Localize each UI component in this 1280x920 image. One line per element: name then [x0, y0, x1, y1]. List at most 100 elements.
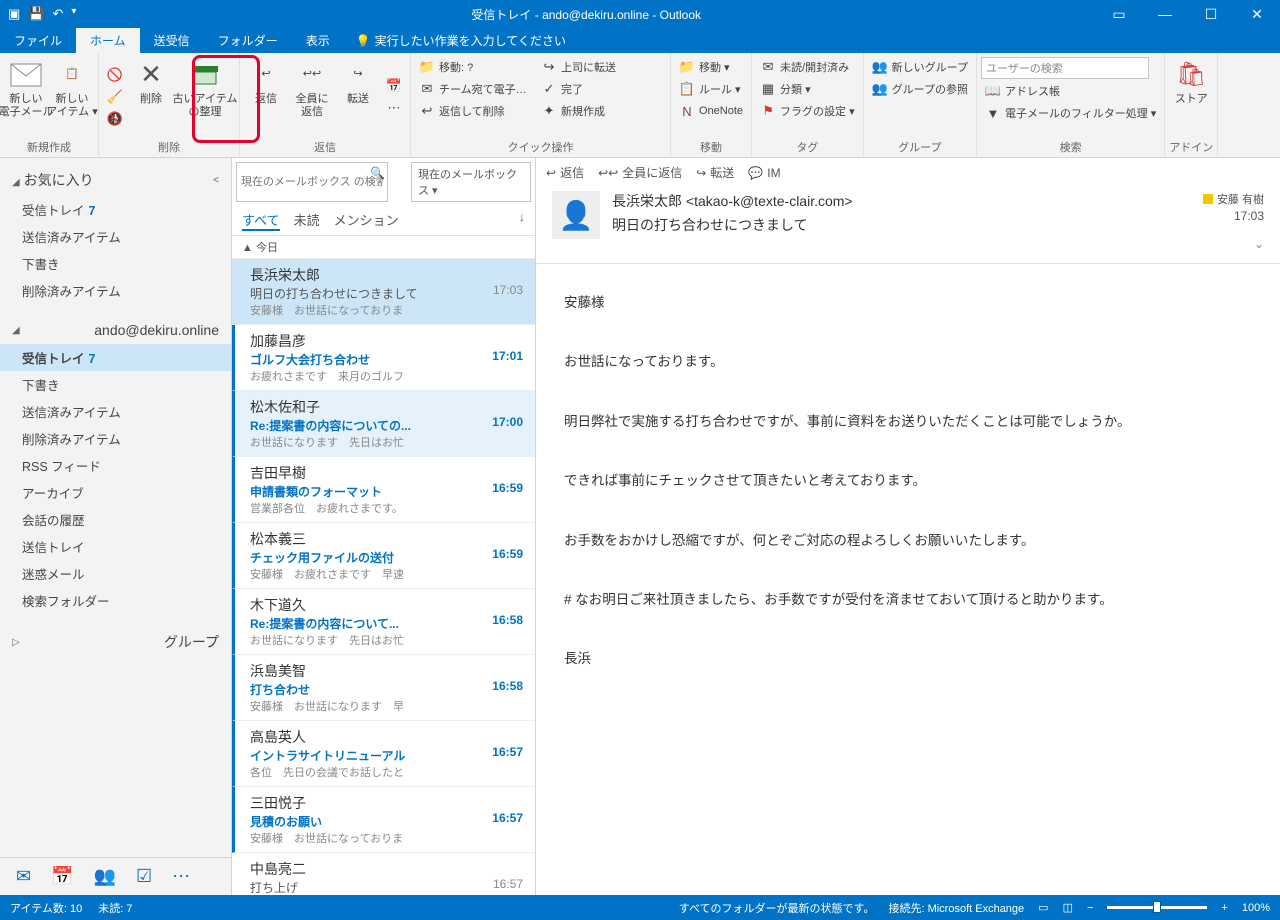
message-item[interactable]: 浜島美智打ち合わせ安藤様 お世話になります 早16:58 [232, 655, 535, 721]
forward-button[interactable]: ↪転送 [336, 57, 380, 137]
rules-icon: 📋 [679, 81, 695, 97]
move-button[interactable]: 📁移動 ▾ [675, 57, 747, 77]
cleanup-button[interactable]: 🧹 [103, 87, 127, 107]
nav-item[interactable]: 検索フォルダー [0, 587, 231, 614]
qat-undo-icon[interactable]: ↶ [52, 6, 63, 22]
unread-button[interactable]: ✉未読/開封済み [756, 57, 859, 77]
nav-favorites-header[interactable]: ◢ お気に入り< [0, 164, 231, 196]
meeting-button[interactable]: 📅 [382, 76, 406, 96]
minimize-button[interactable]: — [1142, 0, 1188, 28]
addressbook-button[interactable]: 📖アドレス帳 [981, 81, 1160, 101]
action-forward[interactable]: ↪転送 [696, 164, 734, 181]
nav-item[interactable]: 送信済みアイテム [0, 398, 231, 425]
search-icon[interactable]: 🔍 [370, 166, 385, 206]
tell-me[interactable]: 💡実行したい作業を入力してください [344, 28, 566, 53]
nav-item[interactable]: 送信トレイ [0, 533, 231, 560]
tab-view[interactable]: 表示 [292, 28, 344, 53]
flag-button[interactable]: ⚑フラグの設定 ▾ [756, 101, 859, 121]
reading-category[interactable]: 安藤 有樹 [1203, 191, 1264, 207]
nav-item[interactable]: 迷惑メール [0, 560, 231, 587]
store-button[interactable]: 🛍ストア [1169, 57, 1213, 137]
message-item[interactable]: 加藤昌彦ゴルフ大会打ち合わせお疲れさまです 来月のゴルフ17:01 [232, 325, 535, 391]
zoom-out-button[interactable]: − [1087, 902, 1093, 914]
message-item[interactable]: 木下道久Re:提案書の内容について...お世話になります 先日はお忙16:58 [232, 589, 535, 655]
sort-button[interactable]: ↓ [519, 210, 525, 231]
nav-item[interactable]: 送信済みアイテム [0, 223, 231, 250]
qs-new[interactable]: ✦新規作成 [537, 101, 647, 121]
qs-boss[interactable]: ↪上司に転送 [537, 57, 647, 77]
nav-item[interactable]: 会話の履歴 [0, 506, 231, 533]
nav-mail-icon[interactable]: ✉ [16, 866, 31, 887]
archive-button[interactable]: 古いアイテム の整理 [175, 57, 235, 137]
new-mail-button[interactable]: 新しい 電子メール [4, 57, 48, 137]
msg-subject: 明日の打ち合わせにつきまして [250, 285, 523, 302]
zoom-in-button[interactable]: + [1221, 902, 1227, 914]
action-reply[interactable]: ↩返信 [546, 164, 584, 181]
nav-item[interactable]: アーカイブ [0, 479, 231, 506]
nav-item[interactable]: 受信トレイ7 [0, 196, 231, 223]
nav-item[interactable]: 削除済みアイテム [0, 277, 231, 304]
view-normal-icon[interactable]: ▭ [1038, 901, 1048, 914]
more-reply-button[interactable]: ⋯ [382, 98, 406, 118]
tab-file[interactable]: ファイル [0, 28, 76, 53]
message-item[interactable]: 三田悦子見積のお願い安藤様 お世話になっておりま16:57 [232, 787, 535, 853]
maximize-button[interactable]: ☐ [1188, 0, 1234, 28]
junk-button[interactable]: 🚯 [103, 109, 127, 129]
items-icon: 📋 [56, 59, 88, 91]
cleanup-icon: 🧹 [107, 89, 123, 105]
onenote-button[interactable]: NOneNote [675, 101, 747, 121]
people-search[interactable]: ユーザーの検索 [981, 57, 1149, 79]
message-item[interactable]: 中島亮二打ち上げ16:57 [232, 853, 535, 895]
qs-done[interactable]: ✓完了 [537, 79, 647, 99]
qs-move[interactable]: 📁移動: ? [415, 57, 535, 77]
nav-people-icon[interactable]: 👥 [94, 866, 116, 887]
filter-button[interactable]: ▼電子メールのフィルター処理 ▾ [981, 103, 1160, 123]
new-item-button[interactable]: 📋新しい アイテム ▾ [50, 57, 94, 137]
ignore-icon: 🚫 [107, 67, 123, 83]
message-item[interactable]: 松本義三チェック用ファイルの送付安藤様 お疲れさまです 早速16:59 [232, 523, 535, 589]
msg-time: 16:59 [492, 481, 523, 495]
close-button[interactable]: ✕ [1234, 0, 1280, 28]
expand-header-icon[interactable]: ⌄ [1203, 237, 1264, 251]
mailbox-search[interactable] [236, 162, 388, 202]
categorize-button[interactable]: ▦分類 ▾ [756, 79, 859, 99]
nav-item[interactable]: 受信トレイ7 [0, 344, 231, 371]
browse-group-button[interactable]: 👥グループの参照 [868, 79, 972, 99]
filter-mention[interactable]: メンション [334, 210, 399, 231]
nav-more-icon[interactable]: ⋯ [172, 866, 190, 887]
rules-button[interactable]: 📋ルール ▾ [675, 79, 747, 99]
nav-groups-header[interactable]: ▷ グループ [0, 626, 231, 658]
delete-button[interactable]: ✕削除 [129, 57, 173, 137]
nav-account-header[interactable]: ◢ ando@dekiru.online [0, 316, 231, 344]
message-item[interactable]: 高島英人イントラサイトリニューアル各位 先日の会議でお話したと16:57 [232, 721, 535, 787]
action-reply-all[interactable]: ↩↩全員に返信 [598, 164, 682, 181]
tab-folder[interactable]: フォルダー [204, 28, 292, 53]
ignore-button[interactable]: 🚫 [103, 65, 127, 85]
filter-unread[interactable]: 未読 [294, 210, 320, 231]
view-reading-icon[interactable]: ◫ [1063, 901, 1073, 914]
qat-save-icon[interactable]: 💾 [28, 6, 44, 22]
qs-team[interactable]: ✉チーム宛て電子… [415, 79, 535, 99]
nav-item[interactable]: RSS フィード [0, 452, 231, 479]
msg-preview: お世話になります 先日はお忙 [250, 632, 523, 648]
message-item[interactable]: 吉田早樹申請書類のフォーマット営業部各位 お疲れさまです。16:59 [232, 457, 535, 523]
nav-tasks-icon[interactable]: ☑ [136, 866, 152, 887]
date-header[interactable]: ▲ 今日 [232, 236, 535, 259]
qs-replydel[interactable]: ↩返信して削除 [415, 101, 535, 121]
filter-all[interactable]: すべて [242, 210, 280, 231]
tab-sendrecv[interactable]: 送受信 [140, 28, 204, 53]
reply-button[interactable]: ↩返信 [244, 57, 288, 137]
nav-calendar-icon[interactable]: 📅 [51, 866, 73, 887]
nav-item[interactable]: 削除済みアイテム [0, 425, 231, 452]
nav-item[interactable]: 下書き [0, 250, 231, 277]
new-group-button[interactable]: 👥新しいグループ [868, 57, 972, 77]
search-scope[interactable]: 現在のメールボックス ▾ [411, 162, 531, 202]
zoom-slider[interactable] [1107, 906, 1207, 909]
nav-item[interactable]: 下書き [0, 371, 231, 398]
reply-all-button[interactable]: ↩↩全員に 返信 [290, 57, 334, 137]
ribbon-options-icon[interactable]: ▭ [1096, 0, 1142, 28]
tab-home[interactable]: ホーム [76, 28, 140, 53]
action-im[interactable]: 💬IM [748, 164, 780, 181]
message-item[interactable]: 長浜栄太郎明日の打ち合わせにつきまして安藤様 お世話になっておりま17:03 [232, 259, 535, 325]
message-item[interactable]: 松木佐和子Re:提案書の内容についての...お世話になります 先日はお忙17:0… [232, 391, 535, 457]
